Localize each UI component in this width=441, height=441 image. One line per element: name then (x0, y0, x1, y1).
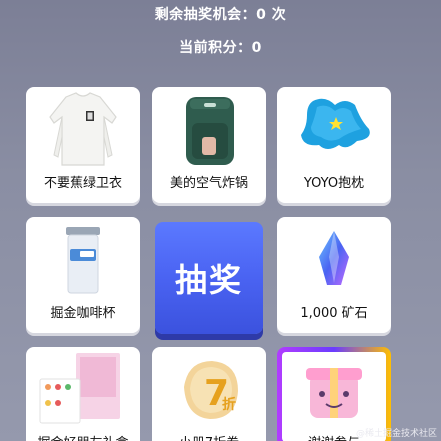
coupon-char: 折 (222, 396, 236, 413)
ore-crystal-icon (319, 231, 349, 285)
draw-button[interactable]: 抽奖 (155, 222, 263, 334)
coffee-cup-icon (66, 227, 100, 294)
thanks-gift-icon (306, 368, 362, 418)
sweatshirt-icon (49, 92, 117, 166)
prize-card-pillow[interactable]: YOYO抱枕 (277, 87, 391, 203)
prize-label: 不要蕉绿卫衣 (43, 176, 122, 191)
prize-label: 美的空气炸锅 (169, 176, 248, 191)
remaining-draws-text: 剩余抽奖机会：0 次 (154, 7, 287, 23)
prize-label: 掘金咖啡杯 (50, 306, 116, 321)
prize-card-gift-box[interactable]: 掘金好朋友礼盒 (26, 347, 140, 441)
prize-label: 小册7折券 (152, 432, 266, 441)
prize-card-air-fryer[interactable]: 美的空气炸锅 (152, 87, 266, 203)
coupon-7-discount-icon: 7 折 (184, 361, 238, 419)
watermark: @稀土掘金技术社区 (355, 429, 437, 439)
prize-card-coupon[interactable]: 7 折 小册7折券 (152, 347, 266, 441)
prize-label: YOYO抱枕 (303, 176, 365, 191)
prize-label: 掘金好朋友礼盒 (26, 432, 140, 441)
prize-card-coffee-cup[interactable]: 掘金咖啡杯 (26, 217, 140, 333)
pillow-icon (301, 98, 370, 149)
current-points-text: 当前积分：0 (179, 40, 262, 56)
air-fryer-icon (186, 97, 234, 165)
prize-label: 1,000 矿石 (300, 306, 368, 321)
prize-card-sweatshirt[interactable]: 不要蕉绿卫衣 (26, 87, 140, 203)
gift-box-icon (39, 353, 120, 424)
prize-card-ore[interactable]: 1,000 矿石 (277, 217, 391, 333)
